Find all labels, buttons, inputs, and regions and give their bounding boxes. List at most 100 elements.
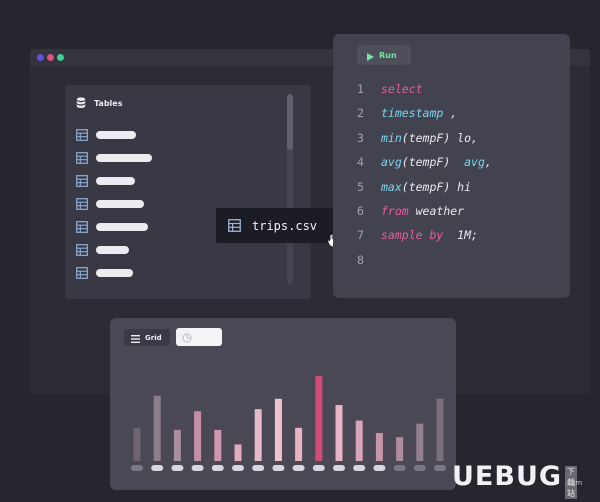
chart-bar[interactable] [214, 429, 222, 461]
chart-bar[interactable] [173, 429, 181, 461]
tables-header: Tables [76, 95, 122, 111]
chart-bar[interactable] [133, 427, 141, 461]
play-icon [367, 46, 374, 65]
chart-bar[interactable] [234, 444, 242, 461]
code-line[interactable]: 7 sample by 1M; [357, 227, 478, 243]
chart-bar[interactable] [396, 437, 404, 461]
chart-bar[interactable] [436, 398, 444, 461]
chart-bar[interactable] [254, 409, 262, 461]
code-line[interactable]: 5 max (tempF) hi [357, 179, 471, 195]
close-dot[interactable] [37, 54, 44, 61]
line-number: 8 [357, 252, 364, 267]
table-name-placeholder [96, 223, 148, 231]
chart-bar[interactable] [274, 398, 282, 461]
tables-panel: Tables [65, 85, 311, 299]
chart-bar[interactable] [375, 433, 383, 461]
chart-tick-label [434, 465, 446, 471]
table-list-item[interactable] [76, 129, 136, 141]
code-token: timestamp [381, 106, 444, 121]
table-list-item[interactable] [76, 267, 133, 279]
table-icon [76, 152, 88, 164]
table-name-placeholder [96, 177, 135, 185]
chart-tick-label [373, 465, 386, 471]
sql-editor[interactable]: Run 1 select 2 timestamp , 3 min (tempF) lo, 4 a… [333, 34, 570, 298]
table-icon [76, 221, 88, 233]
code-line[interactable]: 8 [357, 252, 381, 268]
table-icon [76, 267, 88, 279]
code-token: (tempF) [401, 155, 465, 170]
code-line[interactable]: 6 from weather [357, 203, 464, 219]
chart-bar[interactable] [194, 411, 202, 461]
table-icon [76, 175, 88, 187]
watermark: UEBUG 下载站 .com [452, 461, 582, 499]
chart-tick-label [211, 465, 224, 471]
code-token: , [484, 155, 492, 170]
chart-tick-label [292, 465, 305, 471]
chart-tick-label [413, 465, 426, 471]
chart-tick-label [353, 465, 366, 471]
code-token: 1M; [443, 228, 478, 243]
chart-bar[interactable] [335, 405, 343, 461]
chart-bar[interactable] [295, 427, 303, 461]
results-chart [131, 376, 446, 471]
code-token: weather [408, 204, 465, 218]
tables-title: Tables [94, 98, 123, 108]
chart-bar[interactable] [416, 423, 424, 461]
tables-scrollbar[interactable] [287, 94, 293, 284]
code-token: avg [381, 155, 402, 170]
line-number: 1 [357, 82, 364, 96]
table-icon [76, 129, 88, 141]
code-token: , [443, 106, 458, 121]
line-number: 5 [357, 179, 364, 194]
line-number: 4 [357, 155, 364, 170]
chart-bar[interactable] [315, 376, 323, 461]
chart-bar[interactable] [153, 395, 161, 461]
watermark-sub2: .com [565, 479, 583, 487]
minimize-dot[interactable] [47, 54, 54, 61]
table-name-placeholder [96, 154, 152, 162]
line-number: 6 [357, 204, 364, 218]
chart-tick-label [131, 465, 143, 471]
code-line[interactable]: 3 min (tempF) lo, [357, 130, 478, 146]
table-list-item[interactable] [76, 198, 144, 210]
watermark-brand: UEBUG [452, 461, 563, 492]
table-list-item[interactable] [76, 244, 129, 256]
chart-tick-label [171, 465, 184, 471]
line-number: 2 [357, 106, 364, 121]
chart-bar[interactable] [355, 420, 363, 461]
code-line[interactable]: 4 avg (tempF) avg, [357, 154, 492, 170]
chart-tick-label [272, 465, 285, 471]
code-line[interactable]: 1 select [357, 81, 423, 97]
table-name-placeholder [96, 131, 136, 139]
table-icon [76, 198, 88, 210]
table-name-placeholder [96, 269, 133, 277]
table-list-item[interactable] [76, 175, 135, 187]
scrollbar-thumb[interactable] [287, 94, 293, 150]
line-number: 7 [357, 228, 364, 243]
table-icon [76, 244, 88, 256]
code-token: (tempF) hi [401, 179, 472, 194]
chart-tick-label [232, 465, 244, 471]
chart-tick-label [333, 465, 345, 471]
run-button[interactable]: Run [357, 45, 411, 65]
code-token: (tempF) lo, [401, 130, 478, 145]
code-token: from [381, 204, 409, 218]
chart-tick-label [252, 465, 265, 471]
code-token: min [381, 130, 402, 145]
chart-tick-label [312, 465, 325, 471]
line-number: 3 [357, 130, 364, 145]
table-name-placeholder [96, 200, 144, 208]
table-list-item[interactable] [76, 152, 152, 164]
code-token: select [381, 82, 423, 96]
code-line[interactable]: 2 timestamp , [357, 105, 457, 121]
code-token: avg [464, 155, 485, 170]
maximize-dot[interactable] [57, 54, 64, 61]
code-token: max [381, 179, 402, 194]
code-token: sample by [381, 228, 444, 243]
chart-tick-label [191, 465, 204, 471]
table-icon [228, 219, 241, 232]
table-list-item[interactable] [76, 221, 148, 233]
run-label: Run [379, 50, 397, 60]
chart-tick-label [151, 465, 164, 471]
table-name-placeholder [96, 246, 129, 254]
